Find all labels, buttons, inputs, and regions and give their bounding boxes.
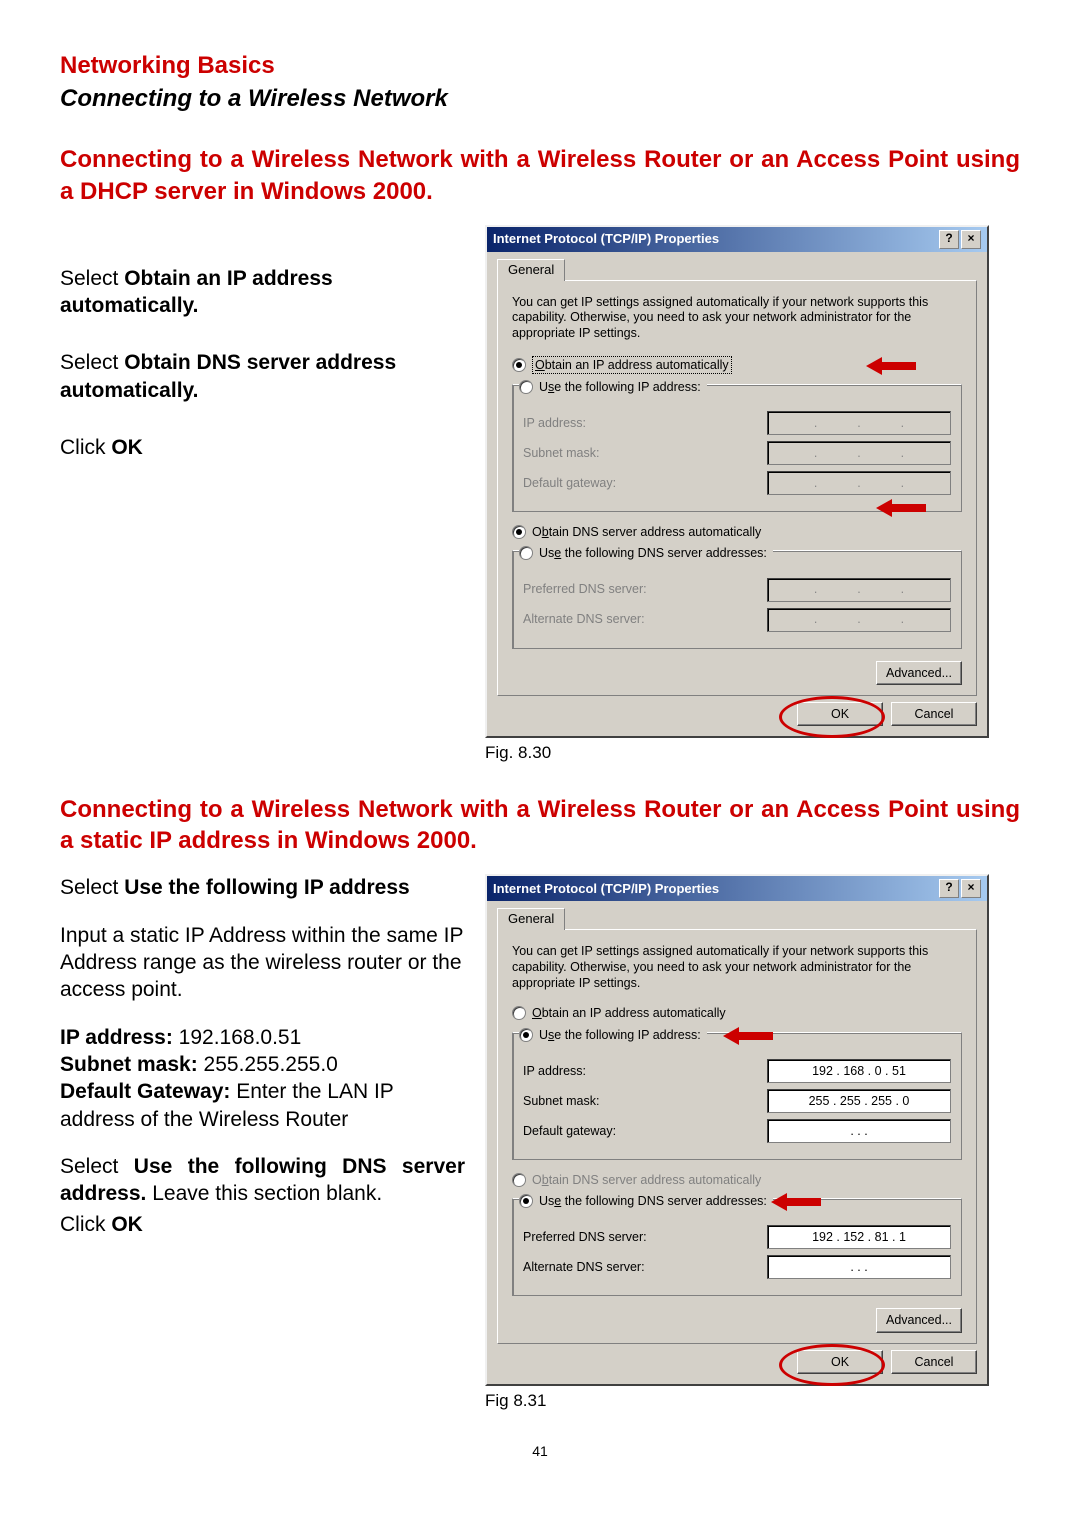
s1-step2a: Select	[60, 351, 124, 374]
section1-instructions: Select Obtain an IP address automaticall…	[60, 225, 465, 491]
label-use-ip: Use the following IP address:	[539, 1027, 701, 1043]
radio-use-dns[interactable]	[519, 1194, 533, 1208]
arrow-icon	[876, 499, 926, 517]
help-button[interactable]: ?	[939, 230, 959, 249]
label-use-dns: Use the following DNS server addresses:	[539, 1193, 767, 1209]
ok-button[interactable]: OK	[797, 1350, 883, 1374]
alt-dns-input: ...	[767, 608, 951, 632]
s2-p3b: 192.168.0.51	[179, 1026, 302, 1049]
s2-p3a: IP address:	[60, 1026, 179, 1049]
general-tab[interactable]: General	[497, 908, 565, 930]
s2-p7a: Click	[60, 1213, 111, 1236]
s2-p5a: Default Gateway:	[60, 1080, 236, 1103]
label-subnet: Subnet mask:	[523, 445, 599, 461]
label-ip-address: IP address:	[523, 415, 586, 431]
arrow-icon	[771, 1193, 821, 1211]
section2-instructions: Select Use the following IP address Inpu…	[60, 874, 465, 1238]
label-use-ip: Use the following IP address:	[539, 379, 701, 395]
advanced-button[interactable]: Advanced...	[876, 1308, 962, 1332]
doc-title: Networking Basics	[60, 50, 1020, 81]
radio-obtain-dns[interactable]	[512, 1173, 526, 1187]
arrow-icon	[866, 357, 916, 375]
pref-dns-input[interactable]: 192 . 152 . 81 . 1	[767, 1225, 951, 1249]
subnet-input: ...	[767, 441, 951, 465]
page-number: 41	[60, 1442, 1020, 1460]
label-pref-dns: Preferred DNS server:	[523, 1229, 647, 1245]
label-ip-address: IP address:	[523, 1063, 586, 1079]
label-subnet: Subnet mask:	[523, 1093, 599, 1109]
radio-obtain-ip[interactable]	[512, 1006, 526, 1020]
label-obtain-dns: Obtain DNS server address automatically	[532, 1172, 761, 1188]
tcpip-dialog-2: Internet Protocol (TCP/IP) Properties ? …	[485, 874, 989, 1385]
pref-dns-input: ...	[767, 578, 951, 602]
label-obtain-ip: Obtain an IP address automatically	[532, 356, 732, 374]
section1-heading: Connecting to a Wireless Network with a …	[60, 144, 1020, 206]
radio-obtain-ip[interactable]	[512, 358, 526, 372]
tcpip-dialog-1: Internet Protocol (TCP/IP) Properties ? …	[485, 225, 989, 738]
close-button[interactable]: ×	[961, 230, 981, 249]
radio-use-dns[interactable]	[519, 546, 533, 560]
radio-obtain-dns[interactable]	[512, 525, 526, 539]
s2-p2: Input a static IP Address within the sam…	[60, 922, 465, 1004]
radio-use-ip[interactable]	[519, 1028, 533, 1042]
dialog-titlebar[interactable]: Internet Protocol (TCP/IP) Properties ? …	[487, 876, 987, 901]
label-gateway: Default gateway:	[523, 475, 616, 491]
s1-step1a: Select	[60, 267, 124, 290]
ip-address-input[interactable]: 192 . 168 . 0 . 51	[767, 1059, 951, 1083]
dialog-title: Internet Protocol (TCP/IP) Properties	[493, 881, 719, 898]
advanced-button[interactable]: Advanced...	[876, 661, 962, 685]
label-obtain-dns: Obtain DNS server address automatically	[532, 524, 761, 540]
s2-p7b: OK	[111, 1213, 143, 1236]
s2-p4a: Subnet mask:	[60, 1053, 204, 1076]
doc-subtitle: Connecting to a Wireless Network	[60, 83, 1020, 114]
section2-heading: Connecting to a Wireless Network with a …	[60, 794, 1020, 856]
help-button[interactable]: ?	[939, 879, 959, 898]
close-button[interactable]: ×	[961, 879, 981, 898]
label-gateway: Default gateway:	[523, 1123, 616, 1139]
gateway-input[interactable]: . . .	[767, 1119, 951, 1143]
dialog-info: You can get IP settings assigned automat…	[512, 295, 962, 342]
s2-p6a: Select	[60, 1155, 134, 1178]
s2-p1b: Use the following IP address	[124, 876, 410, 899]
radio-use-ip[interactable]	[519, 380, 533, 394]
dialog-title: Internet Protocol (TCP/IP) Properties	[493, 231, 719, 248]
general-tab[interactable]: General	[497, 259, 565, 281]
label-pref-dns: Preferred DNS server:	[523, 581, 647, 597]
ip-address-input: ...	[767, 411, 951, 435]
label-use-dns: Use the following DNS server addresses:	[539, 545, 767, 561]
s2-p6c: Leave this section blank.	[146, 1182, 382, 1205]
arrow-icon	[723, 1027, 773, 1045]
ok-button[interactable]: OK	[797, 702, 883, 726]
subnet-input[interactable]: 255 . 255 . 255 . 0	[767, 1089, 951, 1113]
figure-caption-2: Fig 8.31	[485, 1390, 546, 1412]
s1-step3a: Click	[60, 436, 111, 459]
label-obtain-ip: Obtain an IP address automatically	[532, 1005, 726, 1021]
cancel-button[interactable]: Cancel	[891, 702, 977, 726]
cancel-button[interactable]: Cancel	[891, 1350, 977, 1374]
s2-p1a: Select	[60, 876, 124, 899]
dialog-titlebar[interactable]: Internet Protocol (TCP/IP) Properties ? …	[487, 227, 987, 252]
label-alt-dns: Alternate DNS server:	[523, 611, 645, 627]
s2-p4b: 255.255.255.0	[204, 1053, 338, 1076]
alt-dns-input[interactable]: . . .	[767, 1255, 951, 1279]
figure-caption-1: Fig. 8.30	[485, 742, 551, 764]
gateway-input: ...	[767, 471, 951, 495]
label-alt-dns: Alternate DNS server:	[523, 1259, 645, 1275]
dialog-info: You can get IP settings assigned automat…	[512, 944, 962, 991]
s1-step3b: OK	[111, 436, 143, 459]
